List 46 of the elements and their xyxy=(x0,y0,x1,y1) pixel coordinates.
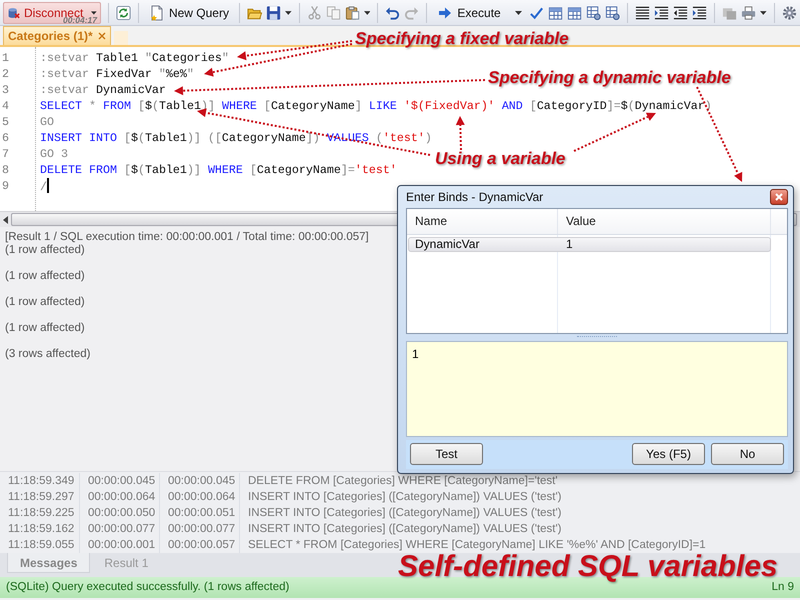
log-cell: 00:00:00.051 xyxy=(160,505,240,521)
log-cell: 11:18:59.349 xyxy=(0,473,80,489)
code-line: :setvar Table1 "Categories" xyxy=(40,50,229,66)
status-message: (SQLite) Query executed successfully. (1 rows affected) xyxy=(6,580,290,595)
log-cell: 00:00:00.077 xyxy=(160,521,240,537)
message-text: (1 row affected) xyxy=(5,322,85,335)
log-cell: 00:00:00.045 xyxy=(160,473,240,489)
log-cell: 00:00:00.077 xyxy=(80,521,160,537)
line-number: 7 xyxy=(1,146,10,162)
log-cell-text: INSERT INTO [Categories] ([CategoryName]) VALUES ('test') xyxy=(247,490,562,505)
line-number: 9 xyxy=(1,178,10,194)
log-cell-text: INSERT INTO [Categories] ([CategoryName]) VALUES ('test') xyxy=(247,522,562,537)
line-number: 4 xyxy=(1,98,10,114)
line-number: 6 xyxy=(1,130,10,146)
annotation-text: Using a variable xyxy=(435,150,566,169)
line-number: 1 xyxy=(1,50,10,66)
line-number: 2 xyxy=(1,66,10,82)
code-line: / xyxy=(40,178,49,194)
cursor-position: Ln 9 xyxy=(772,580,794,595)
log-cell: 00:00:00.050 xyxy=(80,505,160,521)
code-line: :setvar FixedVar "%e%" xyxy=(40,66,194,82)
message-text: [Result 1 / SQL execution time: 00:00:00.001 / Total time: 00:00:00.057] xyxy=(5,231,369,244)
dialog-title: Enter Binds - DynamicVar xyxy=(406,188,544,206)
log-cell: 00:00:00.045 xyxy=(80,473,160,489)
code-line: :setvar DynamicVar xyxy=(40,82,166,98)
line-number: 3 xyxy=(1,82,10,98)
annotation-text: Self-defined SQL variables xyxy=(398,552,778,582)
code-line: DELETE FROM [$(Table1)] WHERE [CategoryName]='test' xyxy=(40,162,397,178)
log-cell-text: DELETE FROM [Categories] WHERE [CategoryName]='test' xyxy=(247,474,559,489)
log-cell: 11:18:59.225 xyxy=(0,505,80,521)
log-cell: 00:00:00.064 xyxy=(80,489,160,505)
log-cell-text: SELECT * FROM [Categories] WHERE [CategoryName] LIKE '%e%' AND [CategoryID]=1 xyxy=(247,538,707,553)
log-cell: 11:18:59.297 xyxy=(0,489,80,505)
message-text: (3 rows affected) xyxy=(5,348,90,361)
code-line: GO 3 xyxy=(40,146,68,162)
log-cell-text: INSERT INTO [Categories] ([CategoryName]) VALUES ('test') xyxy=(247,506,562,521)
line-number: 5 xyxy=(1,114,10,130)
annotation-text: Specifying a dynamic variable xyxy=(488,69,731,88)
message-text: (1 row affected) xyxy=(5,244,85,257)
code-line: GO xyxy=(40,114,54,130)
message-text: (1 row affected) xyxy=(5,270,85,283)
log-cell: 00:00:00.064 xyxy=(160,489,240,505)
log-cell: 11:18:59.162 xyxy=(0,521,80,537)
line-number: 8 xyxy=(1,162,10,178)
annotation-text: Specifying a fixed variable xyxy=(355,30,569,49)
message-text: (1 row affected) xyxy=(5,296,85,309)
